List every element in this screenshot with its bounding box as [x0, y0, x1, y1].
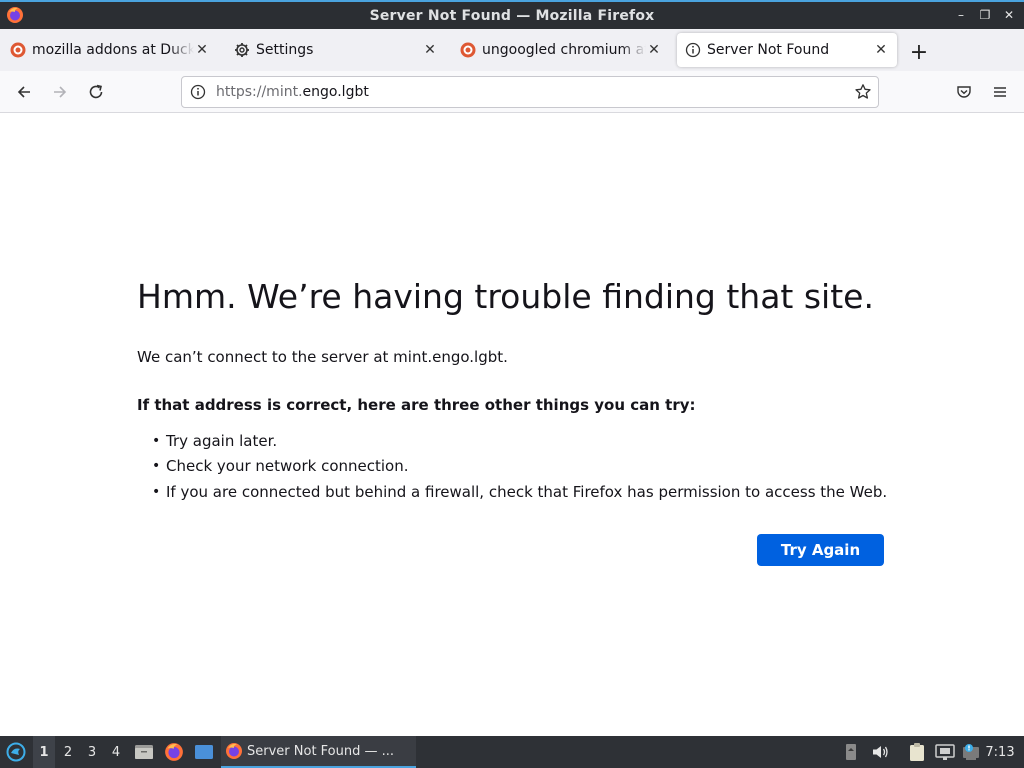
new-tab-button[interactable]: +: [906, 41, 932, 67]
duckduckgo-icon: [460, 42, 476, 58]
tab-label: Settings: [256, 42, 314, 58]
pocket-button[interactable]: [952, 80, 976, 104]
network-tray-icon[interactable]: [933, 736, 957, 768]
url-host: engo.lgbt: [302, 84, 369, 100]
forward-arrow-icon: [54, 86, 67, 98]
drive-icon: [846, 744, 856, 760]
restore-icon[interactable]: ❐: [978, 7, 992, 23]
clipboard-tray-icon[interactable]: [905, 736, 929, 768]
close-tab-icon[interactable]: ✕: [873, 42, 889, 58]
tab-label: mozilla addons at DuckDuckGo: [32, 42, 194, 58]
tab-settings[interactable]: Settings ✕: [226, 33, 446, 67]
workspace-1[interactable]: 1: [33, 736, 55, 768]
hamburger-menu-icon: [994, 87, 1006, 97]
forward-button[interactable]: [48, 80, 72, 104]
site-info-icon[interactable]: [190, 84, 206, 100]
tab-label: Server Not Found: [707, 42, 830, 58]
advice-list: Try again later. Check your network conn…: [152, 428, 887, 505]
task-label: Server Not Found — ...: [247, 743, 395, 759]
back-arrow-icon: [17, 86, 30, 98]
gear-icon: [235, 43, 249, 57]
show-desktop-icon: [195, 745, 213, 759]
url-bar[interactable]: https://mint.engo.lgbt: [181, 76, 879, 108]
url-scheme: https://mint.: [216, 84, 303, 100]
tab-server-not-found[interactable]: Server Not Found ✕: [677, 33, 897, 67]
file-manager-launcher[interactable]: [132, 736, 156, 768]
folder-icon: [135, 745, 153, 759]
workspace-4[interactable]: 4: [105, 736, 127, 768]
firefox-launcher[interactable]: [162, 736, 186, 768]
close-tab-icon[interactable]: ✕: [422, 42, 438, 58]
disk-tray-icon[interactable]: [842, 736, 860, 768]
info-icon: [685, 42, 701, 58]
advice-heading: If that address is correct, here are thr…: [137, 396, 696, 414]
tab-ungoogled-chromium[interactable]: ungoogled chromium at DuckDuckGo ✕: [452, 33, 670, 67]
close-tab-icon[interactable]: ✕: [646, 42, 662, 58]
url-text[interactable]: https://mint.engo.lgbt: [216, 84, 369, 100]
error-heading: Hmm. We’re having trouble finding that s…: [137, 277, 874, 316]
list-item: Try again later.: [152, 428, 887, 454]
error-page: Hmm. We’re having trouble finding that s…: [0, 113, 1024, 736]
clipboard-icon: [910, 743, 924, 761]
list-item: If you are connected but behind a firewa…: [152, 479, 887, 505]
app-menu-button[interactable]: [988, 80, 1012, 104]
taskbar-task-firefox[interactable]: Server Not Found — ...: [221, 736, 416, 768]
firefox-icon: [7, 7, 23, 23]
try-again-button[interactable]: Try Again: [757, 534, 884, 566]
start-menu-button[interactable]: [2, 736, 30, 768]
desktop-launcher[interactable]: [192, 736, 216, 768]
navigation-toolbar: https://mint.engo.lgbt: [0, 71, 1024, 113]
close-tab-icon[interactable]: ✕: [194, 42, 210, 58]
pocket-icon: [957, 86, 971, 98]
close-icon[interactable]: ✕: [1002, 7, 1016, 23]
firefox-icon: [165, 743, 183, 761]
ethernet-icon: [935, 744, 955, 760]
clock[interactable]: 7:13: [980, 736, 1020, 768]
duckduckgo-icon: [10, 42, 26, 58]
tab-label: ungoogled chromium at DuckDuckGo: [482, 42, 646, 58]
error-description: We can’t connect to the server at mint.e…: [137, 348, 508, 366]
reload-button[interactable]: [84, 80, 108, 104]
distro-logo-icon: [6, 742, 26, 762]
workspace-2[interactable]: 2: [57, 736, 79, 768]
volume-tray-icon[interactable]: [869, 736, 891, 768]
window-title: Server Not Found — Mozilla Firefox: [369, 7, 655, 24]
reload-icon: [89, 84, 103, 99]
update-notification-icon: [963, 744, 979, 760]
speaker-icon: [873, 746, 888, 758]
system-taskbar: 1 2 3 4 Server Not Found — ... 7:13: [0, 736, 1024, 768]
list-item: Check your network connection.: [152, 454, 887, 480]
window-titlebar: Server Not Found — Mozilla Firefox – ❐ ✕: [0, 0, 1024, 29]
tab-mozilla-addons[interactable]: mozilla addons at DuckDuckGo ✕: [2, 33, 218, 67]
bookmark-star-icon[interactable]: [854, 83, 872, 101]
workspace-3[interactable]: 3: [81, 736, 103, 768]
firefox-icon: [226, 743, 242, 759]
minimize-icon[interactable]: –: [954, 7, 968, 23]
tab-strip: mozilla addons at DuckDuckGo ✕ Settings …: [0, 29, 1024, 71]
back-button[interactable]: [12, 80, 36, 104]
